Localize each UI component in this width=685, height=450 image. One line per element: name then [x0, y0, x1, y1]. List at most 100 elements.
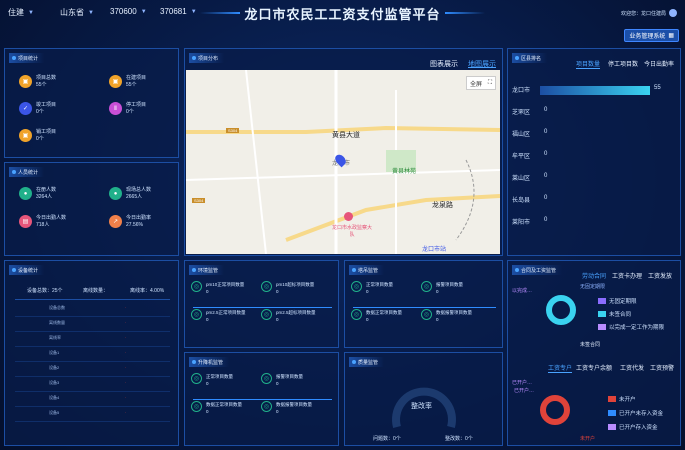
stat-label: pm2.5正常项目数量 [206, 310, 246, 315]
divider [15, 331, 170, 332]
tab-stopped[interactable]: 停工项目数 [608, 59, 638, 68]
tab-map[interactable]: 地图展示 [468, 59, 496, 69]
stat-label: 报警项目数量 [276, 374, 303, 379]
list-item[interactable]: 莱阳市 0 [512, 217, 678, 229]
stat-label: 数据报警项目数量 [436, 310, 472, 315]
stat-label: 在建项目 [126, 75, 147, 81]
stat-registered: ● 在册人数 3264人 [19, 187, 56, 201]
stat-value: 0 [276, 317, 279, 322]
chevron-down-icon: ▼ [140, 8, 147, 15]
divider [15, 421, 170, 422]
map-view[interactable]: 黄县大道 龙口市 黄县林苑 龙泉路 龙口市水政监察大队 龙口市站 S304 S3… [186, 70, 500, 254]
list-item[interactable]: 芝罘区 0 [512, 107, 678, 119]
stat-label: 今日出勤率 [126, 215, 152, 221]
stat-label: 现场总人数 [126, 187, 152, 193]
list-item[interactable]: 莱山区 0 [512, 173, 678, 185]
contract-ring-chart [546, 295, 576, 325]
table-cell: 设备2 [49, 365, 60, 370]
tab-wage-card[interactable]: 工资卡办理 [612, 271, 642, 280]
select-category-label: 住建 [8, 8, 24, 17]
stat-value: 0 [276, 381, 279, 386]
building-icon: ▣ [19, 129, 32, 142]
stat-value: 718人 [36, 222, 50, 228]
tab-attendance[interactable]: 今日出勤率 [644, 59, 674, 68]
tab-project-count[interactable]: 项目数量 [576, 59, 601, 69]
legend-label: 无固定期限 [609, 299, 637, 305]
monitor-item: ◎ 正常项目数量 0 [191, 373, 233, 387]
device-offline: 离线数量： [83, 288, 109, 294]
biz-system-button[interactable]: 业务管理系统 ▦ [624, 29, 679, 42]
map-marker-icon[interactable] [344, 212, 353, 221]
region-value: 0 [544, 173, 548, 179]
status-badge: · [125, 410, 127, 415]
building-icon: ▣ [109, 75, 122, 88]
sensor-icon: ◎ [421, 281, 432, 292]
panel-title: 项目分布 [189, 53, 225, 63]
legend-item: 已开户未存入资金 [608, 409, 663, 417]
select-province[interactable]: 山东省 ▼ [60, 7, 94, 18]
list-item[interactable]: 长岛县 0 [512, 195, 678, 207]
divider [15, 316, 170, 317]
status-badge: · [125, 320, 127, 325]
tab-chart[interactable]: 图表展示 [430, 59, 458, 69]
stat-label: 正常项目数量 [366, 282, 393, 287]
sensor-icon: ◎ [261, 281, 272, 292]
region-value: 55 [654, 85, 661, 91]
tab-wage-proxy[interactable]: 工资代发 [620, 363, 644, 372]
tab-wage-account[interactable]: 工资专户 [548, 363, 573, 373]
table-cell: 设备总数 [49, 305, 65, 310]
list-item[interactable]: 牟平区 0 [512, 151, 678, 163]
device-offline-rate: 离线率：4.00% [130, 288, 165, 294]
divider [15, 391, 170, 392]
stat-value: 0 [366, 317, 369, 322]
stat-value: 27.56% [126, 222, 143, 228]
top-bar: 住建 ▼ 山东省 ▼ 370600 ▼ 370681 ▼ 龙口市农民工工资支付监管平台 … [0, 0, 685, 26]
user-icon: ● [109, 187, 122, 200]
list-item[interactable]: 龙口市 55 [512, 85, 678, 97]
env-panel: 环境监管 ◎ pm10正常项目数量 0 ◎ pm10超标项目数量 0 ◎ pm2.5正常项目数量… [184, 260, 339, 348]
stat-label: 今日出勤人数 [36, 215, 67, 221]
table-row: 设备4 · [15, 395, 170, 405]
select-category[interactable]: 住建 ▼ [8, 7, 34, 18]
biz-system-label: 业务管理系统 [629, 34, 666, 40]
select-county[interactable]: 370681 ▼ [160, 7, 197, 16]
tab-wage-pay[interactable]: 工资发放 [648, 271, 672, 280]
stat-label: pm10超标项目数量 [276, 282, 315, 287]
select-city[interactable]: 370600 ▼ [110, 7, 147, 16]
table-row: 设备1 · [15, 350, 170, 360]
table-cell: 设备5 [49, 410, 60, 415]
region-value: 0 [544, 217, 548, 223]
sensor-icon: ◎ [261, 401, 272, 412]
map-road-badge: S304 [226, 128, 240, 133]
panel-title: 环境监管 [189, 265, 225, 275]
sensor-icon: ◎ [351, 309, 362, 320]
stat-attendance-rate: ↗ 今日出勤率 27.56% [109, 215, 151, 229]
ring-label: 未开户 [580, 436, 596, 442]
tab-account-balance[interactable]: 工资专户余额 [576, 363, 612, 372]
stat-value: 0 [276, 289, 279, 294]
stat-value: 0 [276, 409, 279, 414]
ring-label: 未签合同 [580, 342, 601, 348]
monitor-item: ◎ pm10超标项目数量 0 [261, 281, 314, 295]
user-icon: ● [19, 187, 32, 200]
select-province-label: 山东省 [60, 8, 84, 17]
avatar[interactable] [669, 9, 677, 17]
stat-label: 数据正常项目数量 [206, 402, 242, 407]
ring-label: 无固定期限 [580, 284, 606, 290]
stat-completed: ✓ 竣工项目 0个 [19, 102, 56, 116]
list-item[interactable]: 福山区 0 [512, 129, 678, 141]
legend-item: 以完成一定工作为期限 [598, 323, 664, 331]
tab-wage-alert[interactable]: 工资预警 [650, 363, 674, 372]
personnel-stats-panel: 人员统计 ● 在册人数 3264人 ● 现场总人数 2665人 ▤ 今日出勤人数 718人 … [4, 162, 179, 256]
table-row: 离线数量 · [15, 320, 170, 330]
fullscreen-button[interactable]: 全屏 ⛶ [466, 76, 496, 90]
stat-value: 55个 [36, 82, 47, 88]
region-name: 福山区 [512, 132, 531, 138]
rank-bar [540, 86, 650, 95]
legend-item: 无固定期限 [598, 297, 637, 305]
sensor-icon: ◎ [421, 309, 432, 320]
monitor-item: ◎ 报警项目数量 0 [261, 373, 303, 387]
sensor-icon: ◎ [191, 373, 202, 384]
tab-labor-contract[interactable]: 劳动合同 [582, 271, 606, 280]
stat-value: 0 [206, 317, 209, 322]
